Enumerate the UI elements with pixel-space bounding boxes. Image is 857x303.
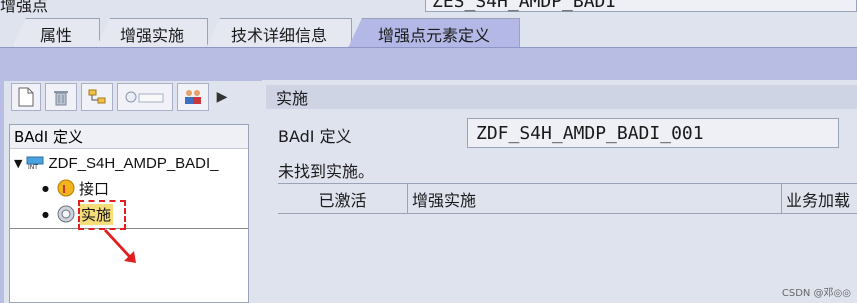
no-implementation-message: 未找到实施。 [278, 162, 375, 181]
tab-technical-details[interactable]: 技术详细信息 [206, 18, 352, 48]
expand-arrow-icon[interactable]: ▶ [213, 83, 231, 111]
sap-window: 增强点 ZES_S4H_AMDP_BADI 属性 增强实施 技术详细信息 增强点… [0, 0, 857, 303]
svg-text:INT: INT [28, 164, 38, 170]
badi-object-icon: INT [26, 156, 44, 171]
tab-enhancement-implementations[interactable]: 增强实施 [96, 18, 208, 48]
tab-strip: 属性 增强实施 技术详细信息 增强点元素定义 [0, 16, 857, 48]
tree-toolbar: ▶ [11, 83, 231, 113]
tab-properties[interactable]: 属性 [12, 18, 100, 48]
enhancement-spot-field[interactable]: ZES_S4H_AMDP_BADI [425, 0, 857, 12]
enhancement-spot-label: 增强点 [0, 0, 49, 15]
tree-header-label: BAdI 定义 [14, 128, 84, 146]
tree-node-label: 接口 [78, 179, 109, 198]
implementation-icon [57, 205, 75, 223]
implementations-table: 已激活 增强实施 业务加载 [278, 183, 857, 303]
tab-label: 增强实施 [119, 25, 184, 45]
tree-node-root[interactable]: ▼ INT ZDF_S4H_AMDP_BADI_ [14, 152, 219, 174]
tab-label: 技术详细信息 [230, 25, 327, 45]
column-header-label: 已激活 [318, 191, 367, 210]
svg-text:I: I [62, 183, 66, 196]
tab-enhancement-element-definitions[interactable]: 增强点元素定义 [348, 18, 520, 48]
badi-definition-label: BAdI 定义 [278, 127, 352, 146]
column-enhancement-implementation[interactable]: 增强实施 [408, 184, 782, 214]
tab-label: 属性 [39, 25, 72, 45]
column-header-label: 业务加载 [786, 191, 851, 210]
column-active[interactable]: 已激活 [278, 184, 408, 214]
enhancement-spot-row: 增强点 ZES_S4H_AMDP_BADI [0, 0, 857, 16]
column-business-load[interactable]: 业务加载 [782, 184, 857, 214]
table-header: 已激活 增强实施 业务加载 [278, 184, 857, 214]
collapse-triangle-icon[interactable]: ▼ [14, 157, 22, 170]
new-document-icon[interactable] [11, 83, 41, 111]
input-field-icon[interactable] [117, 83, 173, 111]
delete-trash-icon[interactable] [45, 83, 77, 111]
badi-definition-field[interactable]: ZDF_S4H_AMDP_BADI_001 [467, 118, 839, 148]
implementation-panel: 实施 BAdI 定义 ZDF_S4H_AMDP_BADI_001 未找到实施。 … [262, 80, 857, 303]
section-title-label: 实施 [276, 89, 309, 108]
annotation-arrow-icon [104, 229, 136, 263]
watermark: CSDN @邓◎◎ [781, 288, 851, 299]
expand-arrow-glyph: ▶ [216, 89, 228, 105]
tab-label: 增强点元素定义 [377, 25, 490, 45]
hierarchy-icon[interactable] [81, 83, 113, 111]
bullet-icon: ● [42, 183, 49, 193]
interface-icon: I [57, 179, 75, 197]
tree-header: BAdI 定义 [10, 125, 248, 149]
users-icon[interactable] [177, 83, 209, 111]
tree-node-interface[interactable]: ● I 接口 [42, 177, 109, 199]
bullet-icon: ● [42, 209, 49, 219]
section-title: 实施 [266, 85, 857, 109]
badi-tree: BAdI 定义 ▼ INT ZDF_S4H_AMDP_BADI_ ● I 接口 … [9, 124, 249, 303]
tree-node-label: ZDF_S4H_AMDP_BADI_ [48, 154, 219, 172]
column-header-label: 增强实施 [412, 191, 477, 210]
